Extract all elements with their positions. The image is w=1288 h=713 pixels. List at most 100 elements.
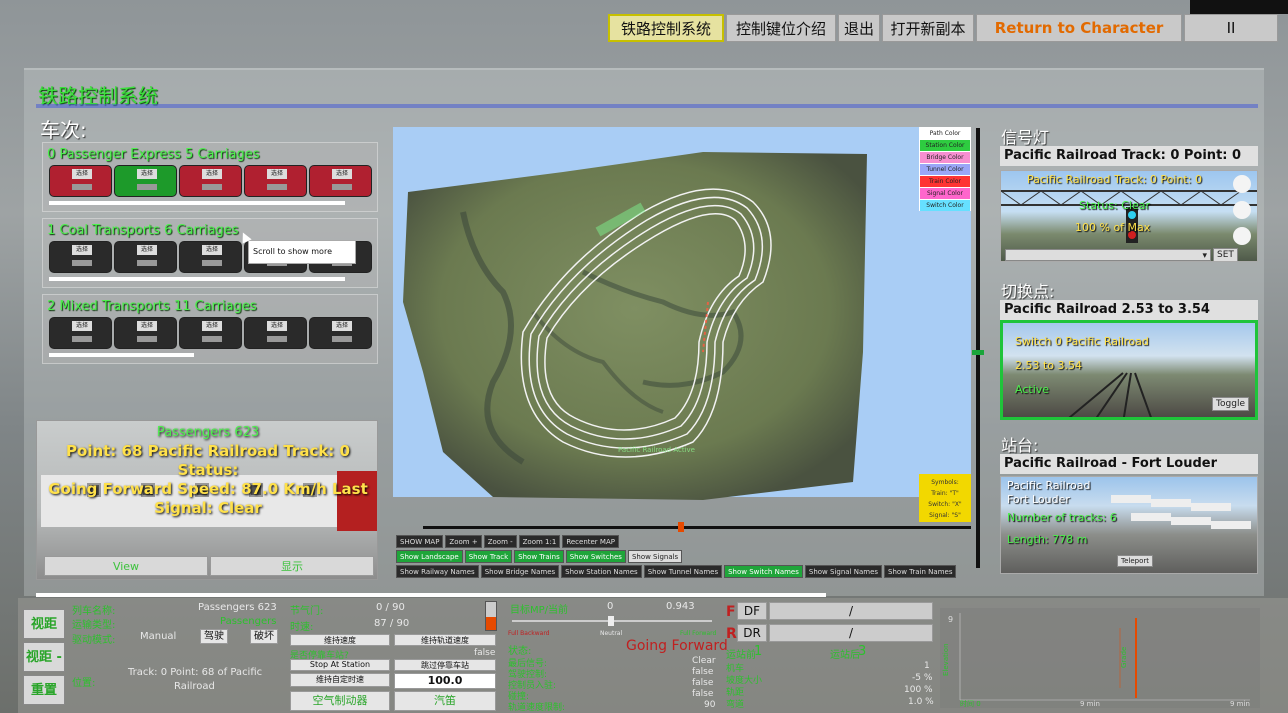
menu-key-bindings[interactable]: 控制键位介绍 xyxy=(726,14,836,42)
toggle-tunnel-names[interactable]: Show Tunnel Names xyxy=(643,565,723,578)
map-terrain[interactable]: Pacific Railroad Active xyxy=(403,152,867,502)
horn-button[interactable]: 汽笛 xyxy=(394,691,496,711)
car[interactable]: 选择 xyxy=(49,317,112,349)
car-label: 选择 xyxy=(202,169,222,179)
chevron-down-icon: ▾ xyxy=(1202,251,1207,261)
legend-station[interactable]: Station Color xyxy=(920,140,970,151)
stop-at-station-button[interactable]: Stop At Station xyxy=(290,659,390,671)
toggle-switches[interactable]: Show Switches xyxy=(565,550,626,563)
car[interactable]: 选择 xyxy=(309,317,372,349)
train-title: 2 Mixed Transports 11 Carriages xyxy=(47,299,257,314)
car[interactable]: 选择 xyxy=(244,165,307,197)
reset-view-button[interactable]: 重置 xyxy=(23,675,65,705)
car[interactable]: 选择 xyxy=(49,241,112,273)
stop-front-label: 运站前 xyxy=(726,650,756,661)
drive-button[interactable]: 驾驶 xyxy=(200,629,228,644)
car-selected[interactable]: 选择 xyxy=(114,165,177,197)
toggle-signals[interactable]: Show Signals xyxy=(627,550,683,563)
maintain-speed-button[interactable]: 维持速度 xyxy=(290,634,390,646)
locomotive-value: 1 xyxy=(924,661,930,671)
grade-size-value: -5 % xyxy=(912,673,933,683)
zoom-out-button[interactable]: Zoom - xyxy=(483,535,517,548)
destroy-button[interactable]: 破坏 xyxy=(250,629,278,644)
view-button[interactable]: View xyxy=(44,556,208,576)
drive-control-value: false xyxy=(692,667,714,677)
toggle-bridge-names[interactable]: Show Bridge Names xyxy=(480,565,560,578)
graph-x-start: 时间 0 xyxy=(960,699,981,708)
pause-button[interactable]: II xyxy=(1184,14,1278,42)
train-item[interactable]: 2 Mixed Transports 11 Carriages 选择 选择 选择… xyxy=(42,294,378,364)
menu-exit[interactable]: 退出 xyxy=(838,14,880,42)
toggle-trains[interactable]: Show Trains xyxy=(514,550,564,563)
car[interactable]: 选择 xyxy=(114,317,177,349)
car[interactable]: 选择 xyxy=(49,165,112,197)
throttle-slider-fill xyxy=(486,617,496,630)
show-button[interactable]: 显示 xyxy=(210,556,374,576)
symbols-title: Symbols: xyxy=(931,479,959,486)
train-item[interactable]: 0 Passenger Express 5 Carriages 选择 选择 选择… xyxy=(42,142,378,212)
reverser-handle[interactable] xyxy=(608,616,614,626)
recenter-map-button[interactable]: Recenter MAP xyxy=(562,535,619,548)
switch-toggle-button[interactable]: Toggle xyxy=(1212,397,1249,411)
switch-overlay-title: Switch 0 Pacific Railroad xyxy=(1015,335,1149,348)
teleport-button[interactable]: Teleport xyxy=(1117,555,1153,567)
toggle-railway-names[interactable]: Show Railway Names xyxy=(396,565,479,578)
window-corner xyxy=(1190,0,1288,14)
car[interactable]: 选择 xyxy=(179,241,242,273)
map-vertical-handle[interactable] xyxy=(972,350,984,355)
current-mp-value: 0.943 xyxy=(666,601,695,612)
map-vertical-scrollbar[interactable] xyxy=(976,128,980,568)
legend-switch[interactable]: Switch Color xyxy=(920,200,970,211)
map-horizontal-slider[interactable] xyxy=(423,526,971,529)
skip-station-button[interactable]: 跳过停靠车站 xyxy=(394,659,496,671)
map-slider-handle[interactable] xyxy=(677,522,684,532)
station-selected: Pacific Railroad - Fort Louder xyxy=(1000,454,1258,474)
signal-dropdown[interactable]: ▾ xyxy=(1005,249,1211,261)
train-cars: 选择 选择 选择 选择 选择 xyxy=(49,165,372,197)
toggle-switch-names[interactable]: Show Switch Names xyxy=(724,565,803,578)
toggle-landscape[interactable]: Show Landscape xyxy=(396,550,463,563)
toggle-track[interactable]: Show Track xyxy=(464,550,513,563)
legend-tunnel[interactable]: Tunnel Color xyxy=(920,164,970,175)
car[interactable]: 选择 xyxy=(179,317,242,349)
legend-train[interactable]: Train Color xyxy=(920,176,970,187)
menu-railway-control[interactable]: 铁路控制系统 xyxy=(608,14,724,42)
car[interactable]: 选择 xyxy=(309,165,372,197)
return-to-character-button[interactable]: Return to Character xyxy=(976,14,1182,42)
symbol-signal: Signal: "S" xyxy=(929,512,961,519)
zoom-in-button[interactable]: Zoom + xyxy=(445,535,482,548)
toggle-station-names[interactable]: Show Station Names xyxy=(561,565,642,578)
car[interactable]: 选择 xyxy=(244,317,307,349)
zoom-view-out-button[interactable]: 视距 - xyxy=(23,642,65,672)
legend-bridge[interactable]: Bridge Color xyxy=(920,152,970,163)
legend-signal[interactable]: Signal Color xyxy=(920,188,970,199)
collision-value: false xyxy=(692,689,714,699)
car[interactable]: 选择 xyxy=(114,241,177,273)
car[interactable]: 选择 xyxy=(179,165,242,197)
car-label: 选择 xyxy=(72,169,92,179)
air-brake-button[interactable]: 空气制动器 xyxy=(290,691,390,711)
speed-value: 87 / 90 xyxy=(374,618,410,629)
signal-set-button[interactable]: SET xyxy=(1213,248,1238,261)
menu-open-new-instance[interactable]: 打开新副本 xyxy=(882,14,974,42)
train-status-line: Signal: Clear xyxy=(154,499,262,517)
toggle-signal-names[interactable]: Show Signal Names xyxy=(804,565,883,578)
toggle-train-names[interactable]: Show Train Names xyxy=(884,565,957,578)
symbol-switch: Switch: "X" xyxy=(928,501,962,508)
gauge-value: 100 % xyxy=(904,685,933,695)
position-value-2: Railroad xyxy=(174,681,215,692)
df-label: DF xyxy=(737,602,767,620)
maintain-custom-speed-button[interactable]: 维持自定时速 xyxy=(290,673,390,687)
zoom-view-in-button[interactable]: 视距 + xyxy=(23,609,65,662)
legend-path[interactable]: Path Color xyxy=(920,128,970,139)
zoom-reset-button[interactable]: Zoom 1:1 xyxy=(518,535,561,548)
train-title: 0 Passenger Express 5 Carriages xyxy=(47,147,260,162)
switch-camera-view: Switch 0 Pacific Railroad 2.53 to 3.54 A… xyxy=(1000,320,1258,420)
custom-speed-input[interactable]: 100.0 xyxy=(394,673,496,689)
show-map-button[interactable]: SHOW MAP xyxy=(396,535,444,548)
panel-scrollbar[interactable] xyxy=(36,593,826,597)
rear-indicator: R xyxy=(726,626,737,642)
trains-label: 车次: xyxy=(40,118,87,142)
maintain-track-speed-button[interactable]: 维持轨道速度 xyxy=(394,634,496,646)
dr-label: DR xyxy=(737,624,767,642)
